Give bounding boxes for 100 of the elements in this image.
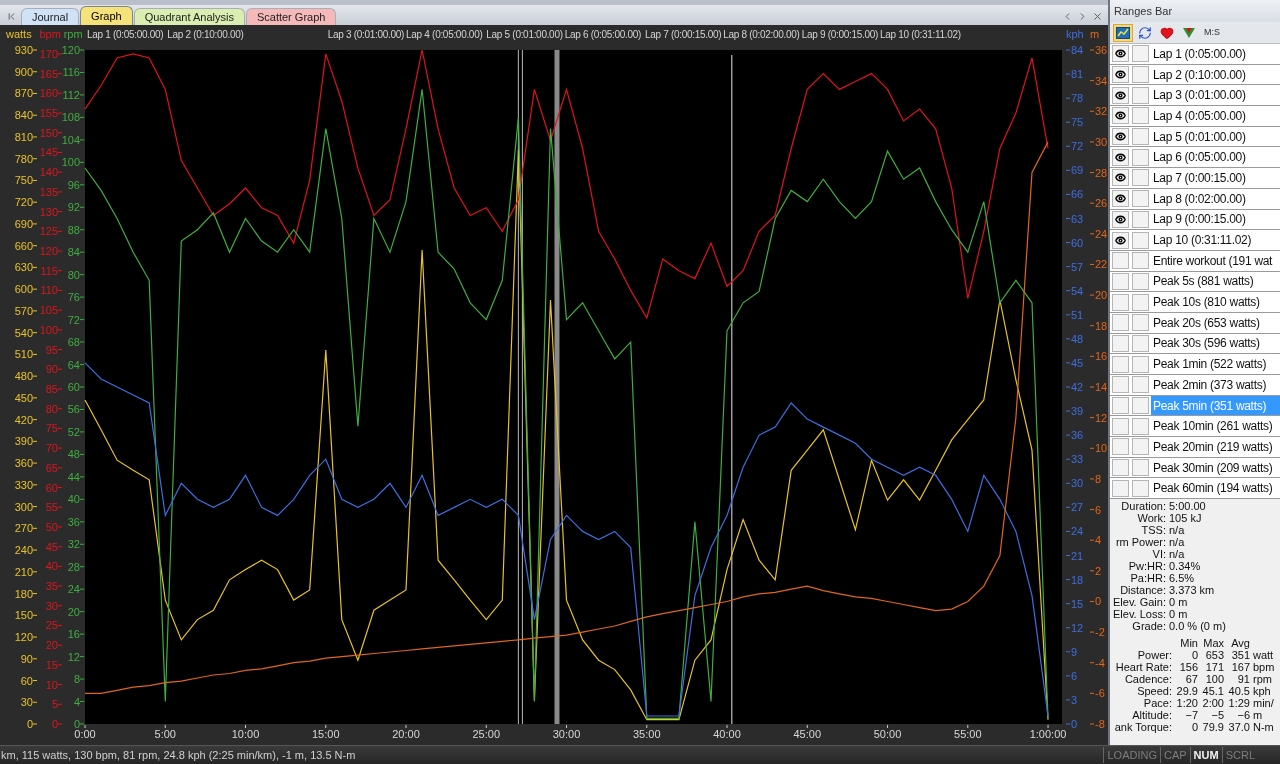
range-item[interactable]: Lap 6 (0:05:00.00)	[1110, 147, 1280, 169]
range-item[interactable]: Lap 7 (0:00:15.00)	[1110, 168, 1280, 189]
tick-label: 27	[1071, 501, 1084, 514]
visibility-checkbox[interactable]	[1112, 355, 1129, 373]
visibility-checkbox[interactable]	[1112, 314, 1129, 332]
visibility-checkbox[interactable]	[1112, 231, 1129, 249]
visibility-checkbox[interactable]	[1112, 107, 1129, 125]
visibility-checkbox[interactable]	[1112, 479, 1129, 497]
time-format-button[interactable]: M:S	[1201, 23, 1223, 42]
checkbox[interactable]	[1132, 148, 1149, 166]
visibility-checkbox[interactable]	[1112, 459, 1129, 477]
visibility-checkbox[interactable]	[1112, 210, 1129, 228]
range-item[interactable]: Peak 30s (596 watts)	[1110, 333, 1280, 355]
tick-label: 130	[39, 205, 58, 218]
tick-label: 68	[67, 336, 80, 349]
range-item[interactable]: Peak 20min (219 watts)	[1110, 437, 1280, 458]
range-item[interactable]: Peak 30min (209 watts)	[1110, 457, 1280, 479]
visibility-checkbox[interactable]	[1112, 376, 1129, 394]
visibility-checkbox[interactable]	[1112, 66, 1129, 84]
checkbox[interactable]	[1132, 66, 1149, 84]
checkbox[interactable]	[1132, 479, 1149, 497]
tick-label: 9	[1071, 645, 1078, 658]
chart-icon	[1116, 26, 1130, 39]
table-cell: kph	[1253, 685, 1271, 698]
visibility-checkbox[interactable]	[1112, 45, 1129, 63]
tick-label: 28	[1095, 166, 1108, 179]
tick-label: 330	[14, 478, 33, 491]
row-label: Power:	[1136, 649, 1172, 662]
range-item[interactable]: Peak 20s (653 watts)	[1110, 312, 1280, 334]
visibility-checkbox[interactable]	[1112, 334, 1129, 352]
range-item[interactable]: Lap 1 (0:05:00.00)	[1110, 44, 1280, 65]
visibility-checkbox[interactable]	[1112, 438, 1129, 456]
checkbox[interactable]	[1132, 210, 1149, 228]
range-item[interactable]: Lap 5 (0:01:00.00)	[1110, 126, 1280, 148]
tick-label: 540	[14, 326, 33, 339]
checkbox[interactable]	[1132, 272, 1149, 290]
checkbox[interactable]	[1132, 190, 1149, 208]
tab[interactable]: Journal	[21, 8, 80, 25]
visibility-checkbox[interactable]	[1112, 293, 1129, 311]
range-item[interactable]: Peak 5s (881 watts)	[1110, 271, 1280, 293]
tick-label: 105	[39, 304, 58, 317]
visibility-checkbox[interactable]	[1112, 417, 1129, 435]
checkbox[interactable]	[1132, 231, 1149, 249]
checkbox[interactable]	[1132, 252, 1149, 270]
range-item[interactable]: Peak 10min (261 watts)	[1110, 416, 1280, 438]
range-item[interactable]: Lap 3 (0:01:00.00)	[1110, 85, 1280, 107]
checkbox[interactable]	[1132, 355, 1149, 373]
checkbox[interactable]	[1132, 169, 1149, 187]
tick-label: 36	[1095, 44, 1108, 56]
stat-label: Duration:	[1120, 500, 1166, 513]
checkbox[interactable]	[1132, 128, 1149, 146]
tick-label: 48	[67, 448, 80, 461]
tab[interactable]: Graph	[80, 6, 133, 25]
visibility-checkbox[interactable]	[1112, 148, 1129, 166]
tick-label: 10	[45, 678, 58, 691]
tick-label: 90	[45, 363, 58, 376]
range-item[interactable]: Peak 1min (522 watts)	[1110, 354, 1280, 375]
range-item[interactable]: Lap 10 (0:31:11.02)	[1110, 230, 1280, 251]
table-cell-text: 167	[1230, 661, 1250, 674]
visibility-checkbox[interactable]	[1112, 169, 1129, 187]
tick-label: 20	[1095, 289, 1108, 302]
lap-label: Lap 10 (0:31:11.02)	[879, 28, 962, 40]
visibility-checkbox[interactable]	[1112, 86, 1129, 104]
range-item[interactable]: Peak 60min (194 watts)	[1110, 478, 1280, 500]
checkbox[interactable]	[1132, 293, 1149, 311]
tick-label: 780	[14, 152, 33, 165]
range-item[interactable]: Lap 8 (0:02:00.00)	[1110, 188, 1280, 210]
chart-button[interactable]	[1113, 23, 1133, 42]
range-item[interactable]: Peak 10s (810 watts)	[1110, 292, 1280, 313]
range-item[interactable]: Lap 9 (0:00:15.00)	[1110, 209, 1280, 231]
range-label: Peak 2min (373 watts)	[1152, 376, 1268, 394]
checkbox[interactable]	[1132, 417, 1149, 435]
checkbox[interactable]	[1132, 86, 1149, 104]
tick-label: -8	[1095, 718, 1105, 730]
visibility-checkbox[interactable]	[1112, 252, 1129, 270]
range-item[interactable]: Lap 2 (0:10:00.00)	[1110, 64, 1280, 86]
visibility-checkbox[interactable]	[1112, 190, 1129, 208]
range-item[interactable]: Lap 4 (0:05:00.00)	[1110, 106, 1280, 127]
checkbox[interactable]	[1132, 45, 1149, 63]
checkbox[interactable]	[1132, 334, 1149, 352]
tick-label: 24	[1071, 525, 1084, 538]
checkbox[interactable]	[1132, 397, 1149, 415]
visibility-checkbox[interactable]	[1112, 397, 1129, 415]
tab[interactable]: Scatter Graph	[245, 8, 337, 25]
tab[interactable]: Quadrant Analysis	[133, 8, 245, 25]
checkbox[interactable]	[1132, 438, 1149, 456]
checkbox[interactable]	[1132, 459, 1149, 477]
tick-label: 120	[61, 44, 80, 56]
checkbox[interactable]	[1132, 314, 1149, 332]
stat-label: VI:	[1151, 548, 1166, 561]
visibility-checkbox[interactable]	[1112, 128, 1129, 146]
tick-label: 45	[45, 540, 58, 553]
tick-label: 50:00	[873, 728, 902, 740]
visibility-checkbox[interactable]	[1112, 272, 1129, 290]
range-label: Peak 60min (194 watts)	[1152, 480, 1274, 498]
range-item[interactable]: Peak 2min (373 watts)	[1110, 375, 1280, 396]
tick-label: 88	[67, 223, 80, 236]
checkbox[interactable]	[1132, 376, 1149, 394]
checkbox[interactable]	[1132, 107, 1149, 125]
range-item[interactable]: Entire workout (191 wat	[1110, 250, 1280, 272]
